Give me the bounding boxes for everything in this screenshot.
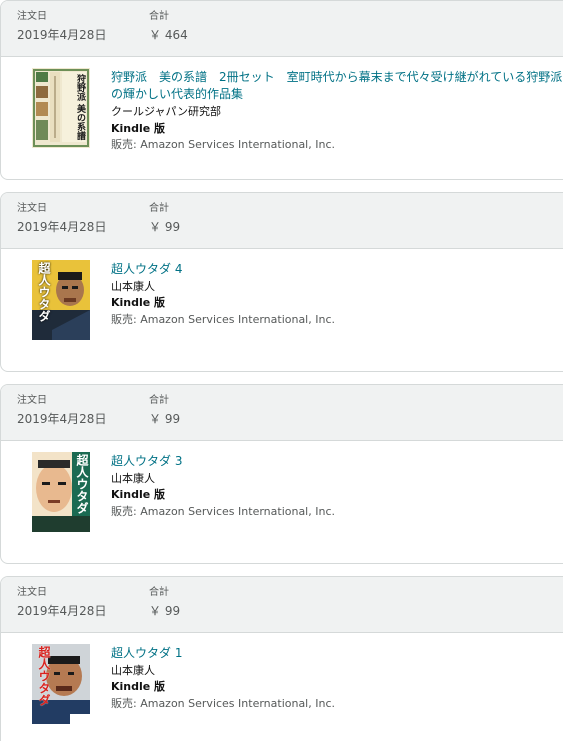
product-image-utada-4[interactable]: 超人ウタダ (32, 260, 90, 340)
order-date: 2019年4月28日 (17, 220, 107, 234)
order-header: 注文日 2019年4月28日 合計 ￥ 464 (1, 1, 563, 57)
product-seller: 販売: Amazon Services International, Inc. (111, 505, 335, 518)
order-total: ￥ 99 (149, 412, 181, 426)
order-date-label: 注文日 (17, 587, 47, 598)
order-total-label: 合計 (149, 11, 169, 22)
product-format: Kindle 版 (111, 296, 166, 309)
order-header: 注文日 2019年4月28日 合計 ￥ 99 (1, 193, 563, 249)
order-total: ￥ 464 (149, 28, 188, 42)
product-format: Kindle 版 (111, 122, 166, 135)
order-total-label: 合計 (149, 395, 169, 406)
product-image-utada-1[interactable]: 超人ウタダ (32, 644, 90, 724)
product-image-utada-3[interactable]: 超人ウタダ (32, 452, 90, 532)
order-header: 注文日 2019年4月28日 合計 ￥ 99 (1, 577, 563, 633)
product-image-kano-ha[interactable]: 狩野派 美の系譜 (32, 68, 90, 148)
cover-title-text: 超人ウタダ (75, 454, 89, 514)
order-total: ￥ 99 (149, 604, 181, 618)
product-title-link[interactable]: 超人ウタダ 4 (111, 261, 563, 278)
product-format: Kindle 版 (111, 680, 166, 693)
order-total-label: 合計 (149, 203, 169, 214)
cover-title-text: 超人ウタダ (37, 262, 51, 322)
order-date: 2019年4月28日 (17, 412, 107, 426)
order-card: 注文日 2019年4月28日 合計 ￥ 464 狩野派 美の系譜 狩野派 美の系… (0, 0, 563, 180)
product-format: Kindle 版 (111, 488, 166, 501)
product-title-link[interactable]: 狩野派 美の系譜 2冊セット 室町時代から幕末まで代々受け継がれている狩野派の輝… (111, 69, 563, 103)
product-title-link[interactable]: 超人ウタダ 1 (111, 645, 563, 662)
product-author: 山本康人 (111, 664, 155, 677)
product-author: クールジャパン研究部 (111, 105, 221, 118)
order-date-label: 注文日 (17, 11, 47, 22)
cover-title-text: 超人ウタダ (37, 646, 51, 706)
order-header: 注文日 2019年4月28日 合計 ￥ 99 (1, 385, 563, 441)
order-total-label: 合計 (149, 587, 169, 598)
order-card: 注文日 2019年4月28日 合計 ￥ 99 超人ウタダ 超人ウタダ 3 山本康… (0, 384, 563, 564)
order-total: ￥ 99 (149, 220, 181, 234)
product-seller: 販売: Amazon Services International, Inc. (111, 697, 335, 710)
order-date-label: 注文日 (17, 203, 47, 214)
order-date: 2019年4月28日 (17, 28, 107, 42)
product-author: 山本康人 (111, 280, 155, 293)
order-date-label: 注文日 (17, 395, 47, 406)
product-seller: 販売: Amazon Services International, Inc. (111, 313, 335, 326)
order-card: 注文日 2019年4月28日 合計 ￥ 99 超人ウタダ 超人ウタダ 1 山本康… (0, 576, 563, 741)
order-date: 2019年4月28日 (17, 604, 107, 618)
cover-title-text: 狩野派 美の系譜 (75, 74, 85, 141)
order-history-list: 注文日 2019年4月28日 合計 ￥ 464 狩野派 美の系譜 狩野派 美の系… (0, 0, 563, 741)
product-author: 山本康人 (111, 472, 155, 485)
order-card: 注文日 2019年4月28日 合計 ￥ 99 超人ウタダ 超人ウタダ 4 山本康… (0, 192, 563, 372)
product-seller: 販売: Amazon Services International, Inc. (111, 138, 335, 151)
product-title-link[interactable]: 超人ウタダ 3 (111, 453, 563, 470)
